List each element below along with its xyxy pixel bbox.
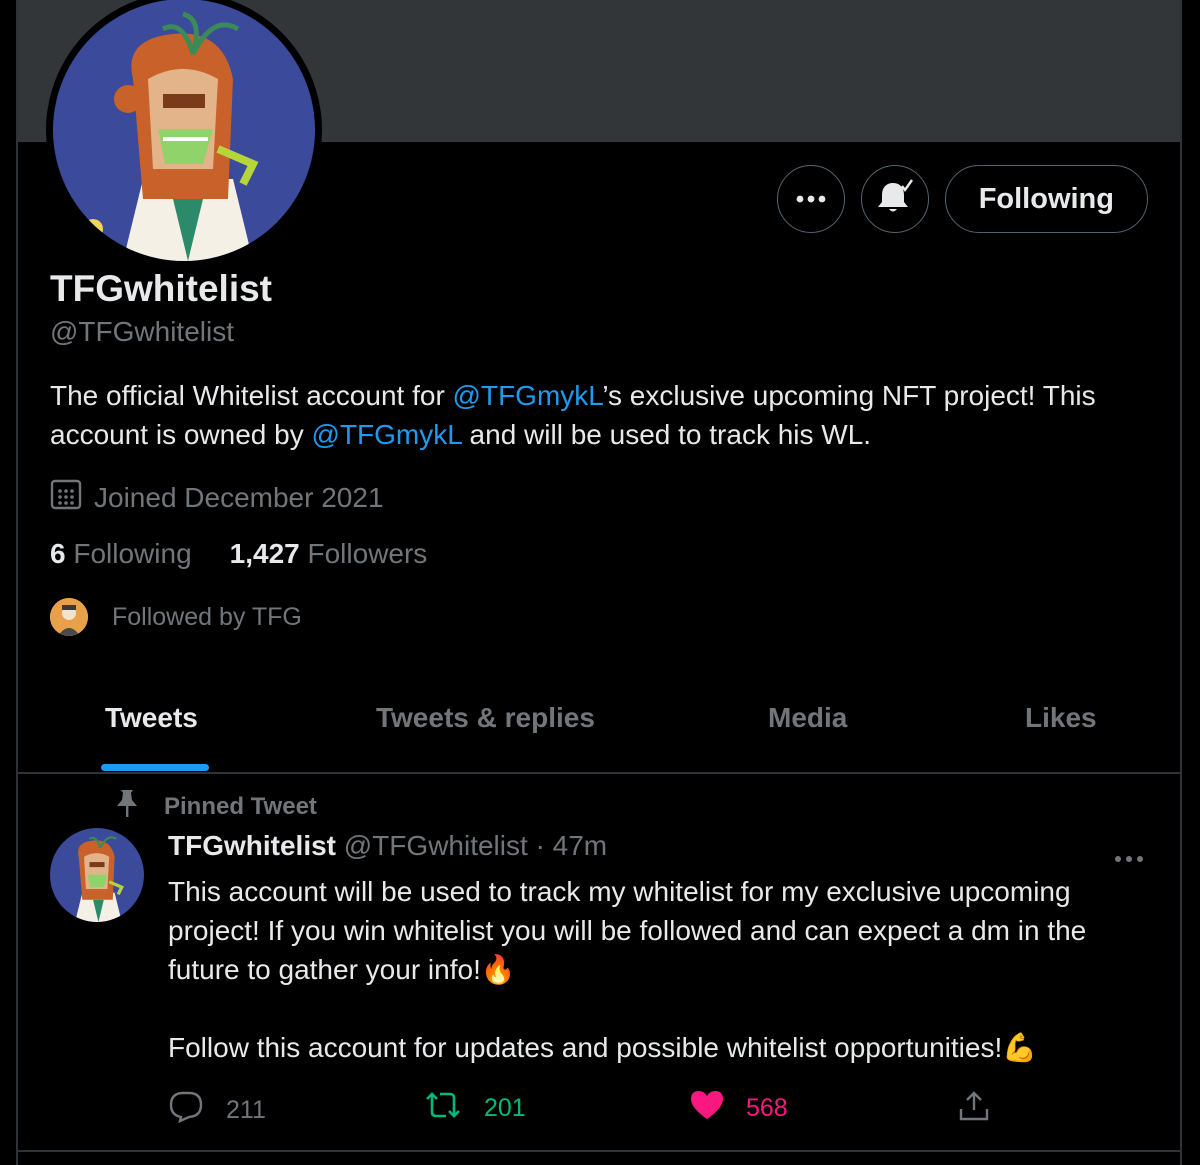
retweet-count: 201 xyxy=(484,1094,526,1122)
more-button[interactable] xyxy=(776,165,845,233)
pinned-tweet-label: Pinned Tweet xyxy=(114,788,317,825)
tweet-line: Follow this account for updates and poss… xyxy=(168,1032,1003,1063)
bio-mention-link[interactable]: @TFGmykL xyxy=(312,419,462,450)
active-tab-indicator xyxy=(101,764,209,771)
reply-button[interactable]: 211 xyxy=(168,1090,266,1131)
profile-bio: The official Whitelist account for @TFGm… xyxy=(50,376,1160,454)
tweet-actions: 211 201 568 xyxy=(168,1090,1038,1130)
more-icon xyxy=(796,190,826,208)
tab-tweets[interactable]: Tweets xyxy=(105,702,198,734)
followers-stat[interactable]: 1,427 Followers xyxy=(230,538,428,570)
followed-by[interactable]: Followed by TFG xyxy=(50,598,302,636)
like-button[interactable]: 568 xyxy=(690,1090,788,1127)
tweet-header: TFGwhitelist @TFGwhitelist · 47m xyxy=(168,830,607,862)
follower-avatar xyxy=(50,598,88,636)
tweet-paragraph: Follow this account for updates and poss… xyxy=(168,1028,1158,1067)
reply-icon xyxy=(168,1090,204,1131)
tweet-line: This account will be used to track my wh… xyxy=(168,876,1087,985)
followers-count: 1,427 xyxy=(229,538,300,569)
followed-by-text: Followed by TFG xyxy=(112,602,302,631)
more-icon xyxy=(1114,838,1144,869)
tweet-more-button[interactable] xyxy=(1114,838,1144,870)
following-label: Following xyxy=(73,538,192,569)
following-stat[interactable]: 6 Following xyxy=(50,538,192,570)
retweet-button[interactable]: 201 xyxy=(424,1090,526,1127)
notifications-button[interactable] xyxy=(860,165,929,233)
tweet-avatar[interactable] xyxy=(50,828,144,922)
profile-column: Following TFGwhitelist @TFGwhitelist The… xyxy=(16,0,1182,1165)
tweet-author-name[interactable]: TFGwhitelist xyxy=(168,830,336,861)
tweet-text: This account will be used to track my wh… xyxy=(168,872,1158,1067)
followers-label: Followers xyxy=(307,538,428,569)
divider xyxy=(18,1150,1180,1152)
follow-stats: 6 Following 1,427 Followers xyxy=(50,538,427,570)
reply-count: 211 xyxy=(226,1096,266,1124)
share-icon xyxy=(958,1090,990,1129)
like-count: 568 xyxy=(746,1094,788,1122)
calendar-icon xyxy=(50,478,82,517)
following-count: 6 xyxy=(50,538,66,569)
tweet-author-handle[interactable]: @TFGwhitelist xyxy=(344,830,528,861)
fire-emoji: 🔥 xyxy=(480,954,516,985)
tab-media[interactable]: Media xyxy=(768,702,847,734)
avatar-image xyxy=(53,0,315,261)
joined-date: Joined December 2021 xyxy=(50,478,384,517)
bio-text: and will be used to track his WL. xyxy=(461,419,872,450)
share-button[interactable] xyxy=(958,1090,990,1129)
heart-icon xyxy=(690,1090,724,1127)
profile-actions: Following xyxy=(776,165,1148,233)
retweet-icon xyxy=(424,1090,462,1127)
bio-mention-link[interactable]: @TFGmykL xyxy=(453,380,603,411)
following-button[interactable]: Following xyxy=(944,165,1148,233)
pinned-text: Pinned Tweet xyxy=(164,792,317,820)
bio-text: The official Whitelist account for xyxy=(50,380,453,411)
bell-check-icon xyxy=(875,178,915,221)
tab-tweets-replies[interactable]: Tweets & replies xyxy=(376,702,595,734)
tweet-time[interactable]: · 47m xyxy=(536,830,608,861)
tab-likes[interactable]: Likes xyxy=(1025,702,1097,734)
pin-icon xyxy=(114,788,140,825)
flexed-biceps-emoji: 💪 xyxy=(1002,1032,1038,1063)
profile-name: TFGwhitelist xyxy=(50,268,272,309)
tweet-paragraph: This account will be used to track my wh… xyxy=(168,872,1158,989)
joined-text: Joined December 2021 xyxy=(94,481,384,513)
profile-tabs: Tweets Tweets & replies Media Likes xyxy=(18,690,1180,774)
profile-avatar[interactable] xyxy=(46,0,322,268)
profile-handle: @TFGwhitelist xyxy=(50,316,234,347)
